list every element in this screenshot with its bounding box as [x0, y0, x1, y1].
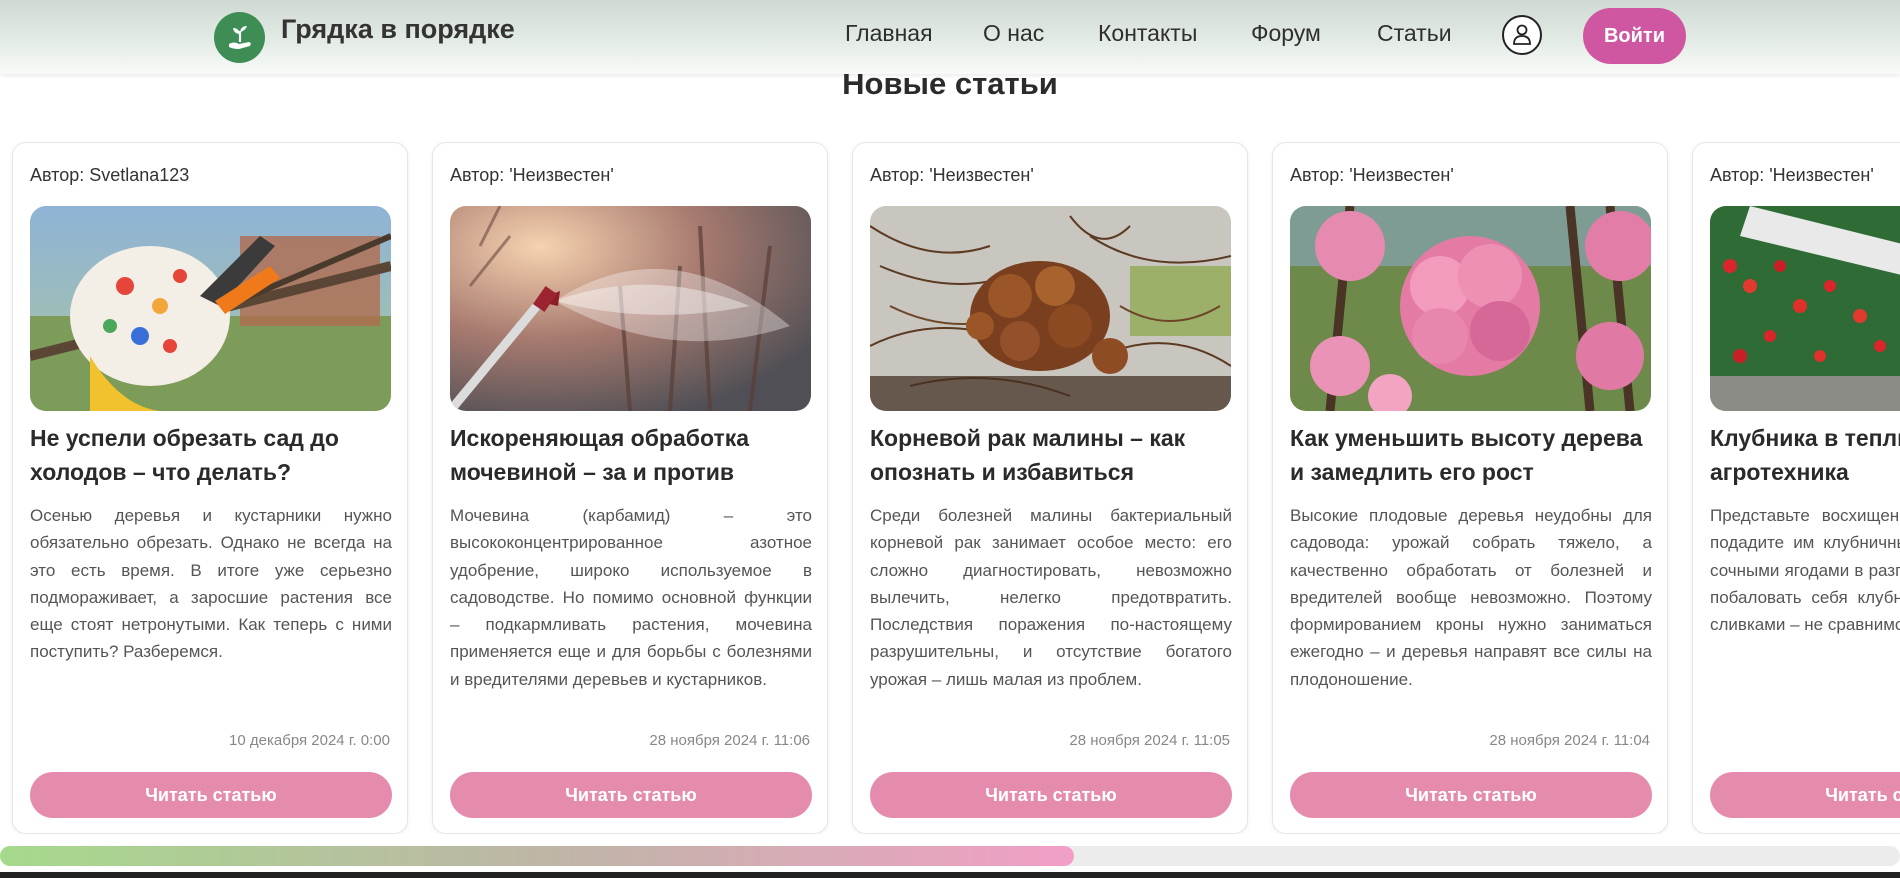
- article-title[interactable]: Клубника в теплице: агротехника: [1710, 421, 1900, 489]
- article-author: Автор: 'Неизвестен': [1290, 165, 1454, 185]
- nav-about[interactable]: О нас: [983, 20, 1044, 47]
- article-image[interactable]: [30, 206, 391, 411]
- article-image[interactable]: [450, 206, 811, 411]
- article-image[interactable]: [1290, 206, 1651, 411]
- article-author: Автор: 'Неизвестен': [450, 165, 614, 185]
- read-article-button[interactable]: Читать статью: [1290, 772, 1652, 818]
- read-article-button[interactable]: Читать статью: [30, 772, 392, 818]
- article-date: 10 декабря 2024 г. 0:00: [229, 732, 390, 749]
- article-card: Автор: 'Неизвестен' Клубника в теплице: …: [1692, 142, 1900, 834]
- read-article-button[interactable]: Читать статью: [450, 772, 812, 818]
- user-icon[interactable]: [1502, 15, 1542, 55]
- article-title[interactable]: Не успели обрезать сад до холодов – что …: [30, 421, 392, 489]
- article-card: Автор: Svetlana123 Не успели обрезать са…: [12, 142, 408, 834]
- article-card: Автор: 'Неизвестен' Как уменьшить высоту…: [1272, 142, 1668, 834]
- article-author: Автор: 'Неизвестен': [1710, 165, 1874, 185]
- login-button[interactable]: Войти: [1583, 8, 1686, 64]
- brand-name[interactable]: Грядка в порядке: [281, 14, 515, 45]
- nav-home[interactable]: Главная: [845, 20, 933, 47]
- article-author: Автор: Svetlana123: [30, 165, 190, 185]
- article-title[interactable]: Как уменьшить высоту дерева и замедлить …: [1290, 421, 1652, 489]
- article-date: 28 ноября 2024 г. 11:05: [1069, 732, 1230, 749]
- article-image[interactable]: [1710, 206, 1900, 411]
- scrollbar-thumb[interactable]: [0, 846, 1074, 866]
- read-article-button[interactable]: Читать статью: [870, 772, 1232, 818]
- nav-articles[interactable]: Статьи: [1377, 20, 1452, 47]
- article-excerpt: Высокие плодовые деревья неудобны для са…: [1290, 506, 1652, 689]
- article-excerpt: Представьте восхищение гостей, когда вы …: [1710, 506, 1900, 635]
- article-title[interactable]: Корневой рак малины – как опознать и изб…: [870, 421, 1232, 489]
- nav-contacts[interactable]: Контакты: [1098, 20, 1197, 47]
- carousel-scrollbar[interactable]: [0, 846, 1900, 866]
- logo-icon[interactable]: [214, 12, 265, 63]
- article-title[interactable]: Искореняющая обработка мочевиной – за и …: [450, 421, 812, 489]
- window-bottom-edge: [0, 872, 1900, 878]
- article-excerpt: Мочевина (карбамид) – это высококонцентр…: [450, 506, 812, 689]
- site-header: Грядка в порядке Главная О нас Контакты …: [0, 0, 1900, 74]
- article-date: 28 ноября 2024 г. 11:04: [1489, 732, 1650, 749]
- article-image[interactable]: [870, 206, 1231, 411]
- articles-carousel[interactable]: Автор: Svetlana123 Не успели обрезать са…: [0, 142, 1900, 834]
- article-excerpt: Среди болезней малины бактериальный корн…: [870, 506, 1232, 689]
- article-card: Автор: 'Неизвестен' Корневой рак малины …: [852, 142, 1248, 834]
- article-date: 28 ноября 2024 г. 11:06: [649, 732, 810, 749]
- article-author: Автор: 'Неизвестен': [870, 165, 1034, 185]
- nav-forum[interactable]: Форум: [1251, 20, 1321, 47]
- article-card: Автор: 'Неизвестен' Искореняющая обработ…: [432, 142, 828, 834]
- article-excerpt: Осенью деревья и кустарники нужно обязат…: [30, 506, 392, 662]
- read-article-button[interactable]: Читать статью: [1710, 772, 1900, 818]
